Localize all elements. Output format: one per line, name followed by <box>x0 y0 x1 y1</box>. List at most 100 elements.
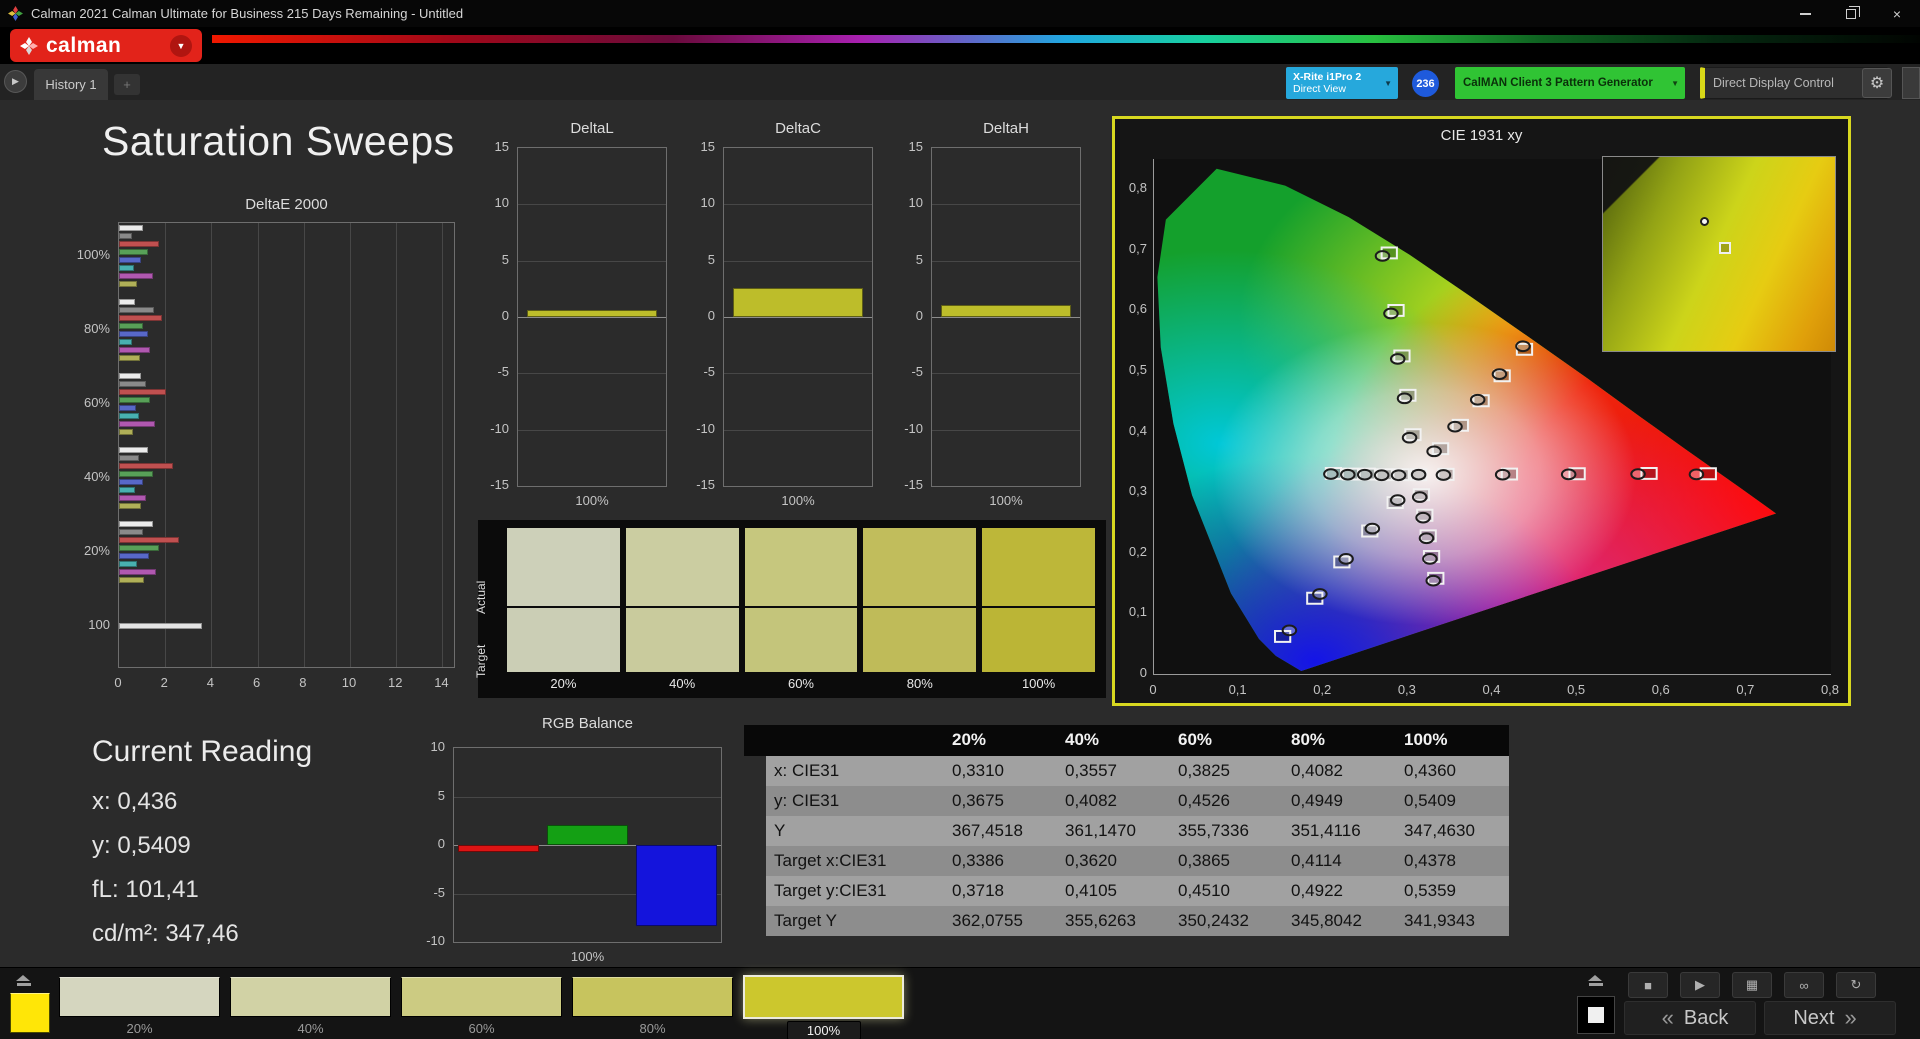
table-row-label: x: CIE31 <box>766 756 944 786</box>
cie-measured-point <box>1384 309 1398 319</box>
grid-line <box>932 204 1080 206</box>
loop-button[interactable]: ∞ <box>1784 972 1824 998</box>
cie-measured-point <box>1423 554 1437 564</box>
y-tick-label: 60% <box>83 395 110 411</box>
table-cell: 0,3620 <box>1057 846 1170 876</box>
pattern-window-button[interactable] <box>1577 996 1615 1034</box>
cie-measured-point <box>1427 446 1441 456</box>
chart-title: DeltaH <box>983 120 1029 137</box>
bar <box>119 273 153 280</box>
pattern-window-icon <box>1588 1007 1604 1023</box>
y-tick-label: 0,7 <box>1128 240 1147 256</box>
y-tick-label: 10 <box>700 195 715 211</box>
table-cell: 0,4922 <box>1283 876 1396 906</box>
y-tick-label: 0 <box>707 308 715 323</box>
calman-menu-button[interactable]: calman ▼ <box>10 29 202 62</box>
grid-line <box>932 373 1080 375</box>
deltah-chart: DeltaH 100% 15 10 5 0 -5 -10 -15 <box>869 120 1093 522</box>
rgb-plot <box>453 747 722 943</box>
x-axis-label: 100% <box>570 949 605 964</box>
inset-measured-point <box>1700 217 1710 227</box>
swatch-label: 20% <box>126 1021 153 1036</box>
refresh-button[interactable]: ↻ <box>1836 972 1876 998</box>
tab-history-1[interactable]: History 1 <box>34 69 108 100</box>
display-control-dropdown[interactable]: Direct Display Control ▼ <box>1700 67 1888 99</box>
cie-title: CIE 1931 xy <box>1440 127 1523 144</box>
grid-line <box>518 317 666 318</box>
results-table: 20% 40% 60% 80% 100% x: CIE31 0,3310 0,3557 0,38… <box>744 725 1514 936</box>
table-corner-cell <box>744 876 766 906</box>
next-button[interactable]: Next » <box>1764 1001 1896 1035</box>
footer-swatch-80%[interactable]: 80% <box>572 977 733 1039</box>
table-row: Y 367,4518 361,1470 355,7336 351,4116 347,463… <box>744 816 1514 846</box>
swatch-color <box>59 977 220 1017</box>
x-tick-label: 0,8 <box>1820 682 1840 697</box>
y-tick-label: 20% <box>83 543 110 559</box>
bar <box>119 503 141 510</box>
eject-icon[interactable] <box>1588 975 1604 986</box>
reading-fl: fL: 101,41 <box>92 876 199 903</box>
settings-button[interactable]: ⚙ <box>1862 68 1892 98</box>
cie-measured-point <box>1391 495 1405 505</box>
bar <box>119 241 160 248</box>
table-row-label: Target Y <box>766 906 944 936</box>
swatch-column: 40% <box>625 528 739 694</box>
actual-row-label: Actual <box>474 580 488 614</box>
table-cell: 0,4378 <box>1396 846 1509 876</box>
swatch-color <box>230 977 391 1017</box>
expand-panel-button[interactable]: ▶ <box>4 70 27 93</box>
footer-swatch-100%[interactable]: 100% <box>743 975 904 1039</box>
y-tick-label: -15 <box>696 477 715 492</box>
eject-icon[interactable] <box>16 975 32 986</box>
stop-button[interactable]: ■ <box>1628 972 1668 998</box>
table-cell: 0,4105 <box>1057 876 1170 906</box>
cie-measured-point <box>1413 492 1427 502</box>
pattern-generator-dropdown[interactable]: CalMAN Client 3 Pattern Generator ▼ <box>1455 67 1685 99</box>
collapsed-panel-edge[interactable] <box>1902 67 1920 99</box>
table-header-cell: 60% <box>1170 725 1283 756</box>
footer-swatch-40%[interactable]: 40% <box>230 977 391 1039</box>
table-cell: 0,4510 <box>1170 876 1283 906</box>
x-tick-label: 0,6 <box>1651 682 1670 697</box>
footer-swatch-60%[interactable]: 60% <box>401 977 562 1039</box>
calman-app: Calman 2021 Calman Ultimate for Business… <box>0 0 1920 1039</box>
bar <box>119 233 132 240</box>
target-swatch <box>744 608 858 672</box>
y-tick-label: 10 <box>908 195 923 211</box>
swatch-label: 100% <box>786 1021 861 1039</box>
actual-swatch <box>625 528 739 606</box>
footer-swatch-20%[interactable]: 20% <box>59 977 220 1039</box>
restore-button[interactable] <box>1828 0 1874 27</box>
cie-measured-point <box>1366 524 1380 534</box>
reading-cdm2: cd/m²: 347,46 <box>92 920 239 947</box>
save-button[interactable]: ▦ <box>1732 972 1772 998</box>
close-button[interactable]: × <box>1874 0 1920 27</box>
y-tick-label: 0,4 <box>1128 422 1147 438</box>
cie-measured-point <box>1516 341 1530 351</box>
y-tick-label: 5 <box>437 787 445 803</box>
x-tick-label: 0,2 <box>1313 682 1332 697</box>
swatch-color <box>401 977 562 1017</box>
bar <box>119 315 162 322</box>
table-cell: 0,4949 <box>1283 786 1396 816</box>
pattern-color-button[interactable] <box>10 993 50 1033</box>
meter-label: X-Rite i1Pro 2 Direct View <box>1293 71 1362 95</box>
bar <box>119 381 146 388</box>
bar <box>119 463 174 470</box>
deltac-plot <box>723 147 873 487</box>
play-button[interactable]: ▶ <box>1680 972 1720 998</box>
bar <box>119 299 136 306</box>
table-cell: 0,3310 <box>944 756 1057 786</box>
add-tab-button[interactable]: + <box>114 74 140 95</box>
table-row: y: CIE31 0,3675 0,4082 0,4526 0,4949 0,5409 <box>744 786 1514 816</box>
back-button[interactable]: « Back <box>1624 1001 1756 1035</box>
bar <box>119 569 156 576</box>
swatch-column: 80% <box>863 528 977 694</box>
meter-dropdown[interactable]: X-Rite i1Pro 2 Direct View ▼ <box>1286 67 1398 99</box>
table-cell: 367,4518 <box>944 816 1057 846</box>
grid-line <box>724 204 872 206</box>
table-row-label: y: CIE31 <box>766 786 944 816</box>
table-row: Target Y 362,0755 355,6263 350,2432 345,8042… <box>744 906 1514 936</box>
swatch-color <box>572 977 733 1017</box>
minimize-button[interactable] <box>1782 0 1828 27</box>
